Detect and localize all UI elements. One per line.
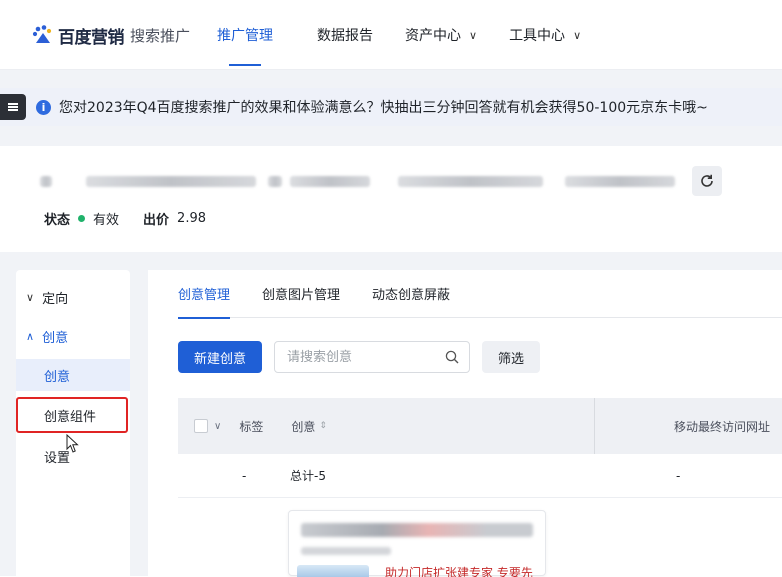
nav-item-data-report[interactable]: 数据报告	[317, 0, 373, 70]
cell-creative: 总计-5	[290, 469, 326, 483]
creative-thumbnail	[297, 565, 369, 577]
select-all-checkbox[interactable]	[194, 419, 208, 433]
nav-item-tool-center[interactable]: 工具中心 ∨	[509, 0, 581, 70]
column-divider[interactable]	[594, 398, 595, 454]
unit-summary: 状态 有效 出价 2.98	[0, 146, 782, 252]
logo-subtitle: 搜索推广	[130, 26, 191, 45]
column-header-mobile-url: 移动最终访问网址	[674, 419, 771, 434]
bid-value: 2.98	[177, 211, 206, 226]
chevron-down-icon: ∨	[26, 290, 35, 304]
column-header-creative[interactable]: 创意 ⇕	[291, 418, 327, 435]
status-label: 状态	[44, 213, 71, 228]
nav-item-label: 推广管理	[217, 28, 273, 44]
tab-label: 创意图片管理	[262, 288, 341, 303]
chevron-up-icon: ∧	[26, 329, 35, 343]
notice-text[interactable]: 您对2023年Q4百度搜索推广的效果和体验满意么？快抽出三分钟回答就有机会获得5…	[59, 97, 708, 117]
redacted-breadcrumb	[40, 176, 680, 188]
main-nav: 推广管理 数据报告 资产中心 ∨ 工具中心 ∨	[205, 0, 613, 70]
sidebar-group-label: 定向	[42, 291, 69, 307]
tab-dynamic-creative-blocking[interactable]: 动态创意屏蔽	[372, 270, 450, 318]
redacted-creative-text	[301, 547, 391, 555]
status-dot-icon	[78, 215, 86, 222]
logo-text: 百度营销	[58, 27, 125, 48]
creative-tabs: 创意管理 创意图片管理 动态创意屏蔽	[178, 270, 782, 319]
search-icon[interactable]	[445, 350, 459, 364]
baidu-paw-icon	[32, 25, 52, 43]
column-header-text: 创意	[291, 419, 316, 434]
column-header-label: 标签	[239, 419, 264, 434]
table-row-total: - 总计-5 -	[178, 454, 782, 498]
sort-icon[interactable]: ⇕	[319, 421, 327, 431]
chevron-down-icon: ∨	[469, 28, 478, 42]
nav-item-label: 数据报告	[317, 28, 373, 44]
creative-main-panel: 创意管理 创意图片管理 动态创意屏蔽 新建创意 筛选 ∨ 标签 创意 ⇕ 移动最…	[148, 270, 782, 577]
sidebar-item-label: 创意	[44, 369, 71, 385]
survey-notice-banner[interactable]: i 您对2023年Q4百度搜索推广的效果和体验满意么？快抽出三分钟回答就有机会获…	[0, 88, 782, 126]
redacted-creative-text	[301, 523, 533, 537]
tab-creative-image-management[interactable]: 创意图片管理	[262, 270, 340, 318]
table-header: ∨ 标签 创意 ⇕ 移动最终访问网址	[178, 398, 782, 454]
baidu-marketing-logo[interactable]: 百度营销 搜索推广	[32, 23, 191, 48]
tab-label: 创意管理	[178, 288, 231, 303]
status-line: 状态 有效 出价 2.98	[44, 209, 206, 228]
info-icon: i	[36, 99, 51, 115]
cell-label: -	[242, 468, 247, 483]
new-creative-button[interactable]: 新建创意	[178, 341, 263, 373]
highlight-annotation	[16, 397, 128, 433]
creative-search-input[interactable]	[285, 348, 436, 366]
sidebar-item-creative[interactable]: 创意	[16, 359, 130, 391]
nav-item-label: 资产中心	[405, 28, 461, 44]
status-value: 有效	[93, 213, 120, 228]
notice-toggle-icon[interactable]	[0, 94, 26, 120]
chevron-down-icon: ∨	[573, 28, 582, 42]
nav-item-label: 工具中心	[509, 28, 566, 44]
refresh-button[interactable]	[692, 166, 722, 196]
cell-mobile-url: -	[676, 468, 681, 483]
creative-toolbar: 新建创意 筛选	[178, 341, 541, 373]
tab-label: 动态创意屏蔽	[372, 288, 451, 303]
bid-label: 出价	[143, 213, 170, 228]
creative-preview-card[interactable]: 助力门店扩张建专家 专要先	[288, 510, 546, 577]
sidebar-group-label: 创意	[42, 330, 69, 346]
nav-item-asset-center[interactable]: 资产中心 ∨	[405, 0, 477, 70]
creative-search-box[interactable]	[274, 341, 471, 373]
nav-item-campaign-management[interactable]: 推广管理	[205, 0, 285, 70]
chevron-down-icon[interactable]: ∨	[214, 421, 221, 432]
refresh-icon	[701, 174, 713, 187]
sidebar-group-targeting[interactable]: ∨ 定向	[16, 284, 130, 310]
filter-button[interactable]: 筛选	[482, 341, 541, 373]
creative-preview-title: 助力门店扩张建专家 专要先	[385, 566, 533, 577]
top-navbar: 百度营销 搜索推广 推广管理 数据报告 资产中心 ∨ 工具中心 ∨	[0, 0, 782, 70]
tab-creative-management[interactable]: 创意管理	[178, 270, 231, 319]
mouse-cursor-icon	[66, 434, 79, 453]
sidebar-group-creative[interactable]: ∧ 创意	[16, 323, 130, 349]
